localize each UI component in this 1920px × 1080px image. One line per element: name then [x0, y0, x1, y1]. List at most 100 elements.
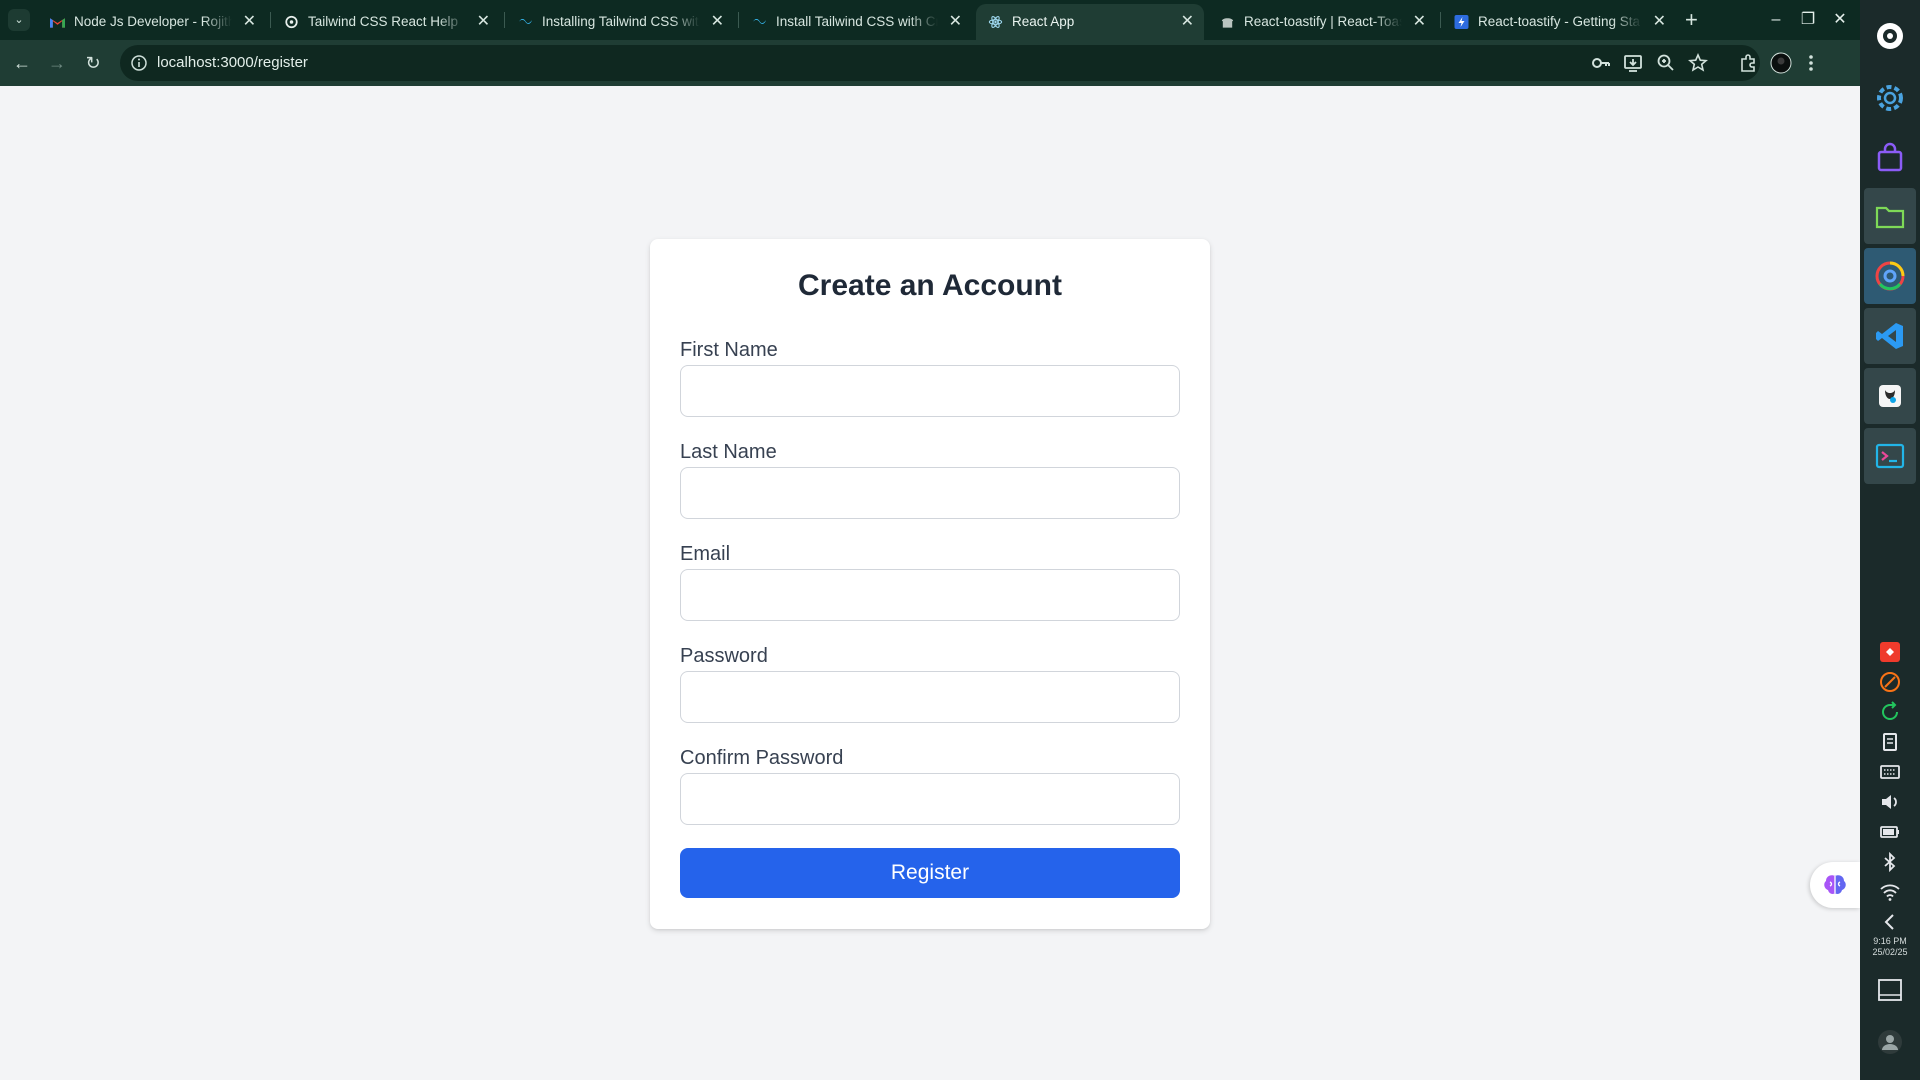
volume-icon[interactable] [1878, 790, 1902, 814]
tab[interactable]: React-toastify | React-Toas ✕ [1208, 4, 1436, 40]
last-name-input[interactable] [680, 467, 1180, 519]
toastify-icon [1221, 18, 1234, 28]
plus-icon: + [1685, 7, 1698, 32]
last-name-label: Last Name [680, 441, 777, 463]
close-tab-icon[interactable]: ✕ [949, 4, 962, 40]
tailwind-icon [518, 19, 533, 24]
launcher-icon [1877, 23, 1903, 49]
taskbar-files[interactable] [1864, 188, 1916, 244]
user-avatar-icon[interactable] [1876, 1028, 1904, 1056]
register-button[interactable]: Register [680, 848, 1180, 898]
key-icon[interactable] [1590, 52, 1612, 74]
minimize-icon: – [1771, 11, 1781, 28]
app-icon [1879, 385, 1901, 407]
back-button[interactable]: ← [8, 49, 36, 77]
tab-active[interactable]: React App ✕ [976, 4, 1204, 40]
new-tab-button[interactable]: + [1685, 6, 1698, 34]
brain-icon [1824, 875, 1846, 894]
update-icon[interactable] [1878, 700, 1902, 724]
confirm-password-input[interactable] [680, 773, 1180, 825]
reload-button[interactable]: ↻ [79, 49, 107, 77]
taskbar-app[interactable] [1864, 368, 1916, 424]
tab[interactable]: Node Js Developer - Rojith ✕ [38, 4, 266, 40]
tab[interactable]: Installing Tailwind CSS with ✕ [506, 4, 734, 40]
tab-separator [738, 12, 739, 28]
clipboard-icon[interactable] [1878, 730, 1902, 754]
gmail-icon [50, 18, 65, 28]
taskbar-settings[interactable] [1864, 70, 1916, 126]
network-icon[interactable] [1878, 670, 1902, 694]
arrow-right-icon: → [48, 53, 66, 73]
close-tab-icon[interactable]: ✕ [477, 4, 490, 40]
vscode-icon [1876, 323, 1903, 349]
address-bar[interactable]: localhost:3000/register [120, 45, 1760, 81]
chevron-left-icon[interactable] [1878, 910, 1902, 934]
zoom-icon[interactable] [1655, 52, 1677, 74]
password-label: Password [680, 645, 768, 667]
tab[interactable]: React-toastify - Getting Sta ✕ [1442, 4, 1676, 40]
site-info-icon [131, 55, 147, 71]
react-icon [988, 16, 1003, 28]
confirm-password-label: Confirm Password [680, 747, 844, 769]
taskbar-store[interactable] [1864, 130, 1916, 186]
first-name-label: First Name [680, 339, 778, 361]
page-title: Create an Account [798, 269, 1062, 302]
first-name-input[interactable] [680, 365, 1180, 417]
anydesk-icon[interactable] [1878, 640, 1902, 664]
chrome-icon [1875, 261, 1905, 291]
os-taskbar: 9:16 PM 25/02/25 [1860, 0, 1920, 1080]
forward-button[interactable]: → [43, 49, 71, 77]
chevron-down-icon: ⌄ [14, 14, 24, 26]
clock-date: 25/02/25 [1872, 947, 1908, 957]
show-desktop-icon[interactable] [1876, 976, 1904, 1004]
menu-dots-icon[interactable] [1800, 52, 1822, 74]
page-viewport: Create an Account First Name Last Name E… [0, 86, 1860, 1080]
clock-time: 9:16 PM [1873, 936, 1907, 946]
system-clock[interactable]: 9:16 PM 25/02/25 [1860, 936, 1920, 958]
close-tab-icon[interactable]: ✕ [1181, 4, 1194, 40]
bookmark-star-icon[interactable] [1687, 52, 1709, 74]
reload-icon: ↻ [85, 53, 101, 73]
taskbar-vscode[interactable] [1864, 308, 1916, 364]
openai-icon [285, 15, 298, 29]
battery-icon[interactable] [1878, 820, 1902, 844]
close-window-button[interactable]: ✕ [1826, 6, 1854, 34]
bluetooth-icon[interactable] [1878, 850, 1902, 874]
arrow-left-icon: ← [13, 53, 31, 73]
taskbar-chrome[interactable] [1864, 248, 1916, 304]
tailwind-icon [752, 19, 767, 24]
password-input[interactable] [680, 671, 1180, 723]
tab-separator [1440, 12, 1441, 28]
files-icon [1875, 206, 1905, 229]
launcher-button[interactable] [1864, 8, 1916, 64]
close-tab-icon[interactable]: ✕ [1653, 4, 1666, 40]
tab-strip: ⌄ Node Js Developer - Rojith ✕ Tailwind … [0, 0, 1860, 40]
close-icon: ✕ [1833, 11, 1847, 28]
register-card: Create an Account First Name Last Name E… [650, 239, 1210, 929]
close-tab-icon[interactable]: ✕ [1413, 4, 1426, 40]
tab[interactable]: Install Tailwind CSS with Cr ✕ [740, 4, 972, 40]
install-app-icon[interactable] [1622, 52, 1644, 74]
taskbar-terminal[interactable] [1864, 428, 1916, 484]
tab-search-button[interactable]: ⌄ [8, 9, 30, 31]
close-tab-icon[interactable]: ✕ [243, 4, 256, 40]
extensions-icon[interactable] [1737, 52, 1759, 74]
restore-icon: ❐ [1800, 11, 1816, 28]
tab[interactable]: Tailwind CSS React Help ✕ [272, 4, 500, 40]
settings-icon [1877, 85, 1903, 111]
profile-avatar-icon[interactable] [1770, 52, 1792, 74]
email-input[interactable] [680, 569, 1180, 621]
minimize-button[interactable]: – [1762, 6, 1790, 34]
close-tab-icon[interactable]: ✕ [711, 4, 724, 40]
tab-separator [270, 12, 271, 28]
email-label: Email [680, 543, 731, 565]
wifi-icon[interactable] [1878, 880, 1902, 904]
keyboard-icon[interactable] [1878, 760, 1902, 784]
terminal-icon [1875, 443, 1905, 469]
restore-button[interactable]: ❐ [1794, 6, 1822, 34]
tab-separator [504, 12, 505, 28]
floating-assistant-button[interactable] [1810, 862, 1860, 908]
url-text[interactable]: localhost:3000/register [157, 45, 308, 81]
browser-window: ⌄ Node Js Developer - Rojith ✕ Tailwind … [0, 0, 1860, 1080]
browser-toolbar: ← → ↻ localhost:3000/register [0, 40, 1860, 86]
